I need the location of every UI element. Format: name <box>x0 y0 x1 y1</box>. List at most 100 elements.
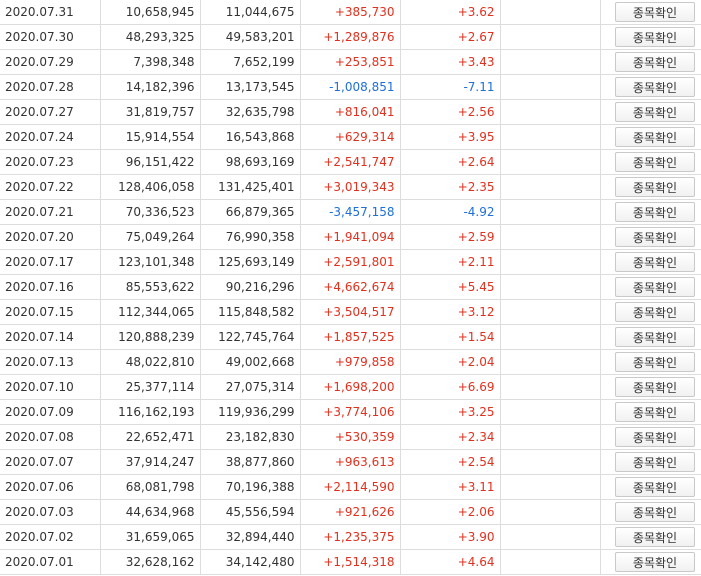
rate-text: +2.06 <box>457 505 495 519</box>
confirm-stock-button[interactable]: 종목확인 <box>615 202 695 222</box>
rate-text: +2.67 <box>457 30 495 44</box>
value2-cell: 34,142,480 <box>200 549 301 575</box>
rate-text: +2.54 <box>457 455 495 469</box>
confirm-stock-button[interactable]: 종목확인 <box>615 252 695 272</box>
confirm-stock-button[interactable]: 종목확인 <box>615 302 695 322</box>
value1-text: 68,081,798 <box>125 480 195 494</box>
empty-cell <box>500 374 601 400</box>
date-text: 2020.07.03 <box>5 505 74 519</box>
confirm-stock-button[interactable]: 종목확인 <box>615 2 695 22</box>
value2-cell: 131,425,401 <box>200 174 301 200</box>
confirm-stock-button[interactable]: 종목확인 <box>615 52 695 72</box>
confirm-stock-button[interactable]: 종목확인 <box>615 477 695 497</box>
button-cell: 종목확인 <box>600 274 701 300</box>
button-cell: 종목확인 <box>600 349 701 375</box>
confirm-stock-button[interactable]: 종목확인 <box>615 502 695 522</box>
rate-text: +3.43 <box>457 55 495 69</box>
date-text: 2020.07.06 <box>5 480 74 494</box>
change-text: +530,359 <box>334 430 395 444</box>
value1-cell: 22,652,471 <box>100 424 201 450</box>
date-cell: 2020.07.01 <box>0 549 101 575</box>
confirm-stock-button[interactable]: 종목확인 <box>615 277 695 297</box>
confirm-stock-button[interactable]: 종목확인 <box>615 102 695 122</box>
value2-text: 23,182,830 <box>225 430 295 444</box>
value1-cell: 7,398,348 <box>100 49 201 75</box>
value1-cell: 15,914,554 <box>100 124 201 150</box>
value2-text: 125,693,149 <box>218 255 295 269</box>
date-cell: 2020.07.23 <box>0 149 101 175</box>
button-cell: 종목확인 <box>600 299 701 325</box>
rate-text: +3.62 <box>457 5 495 19</box>
button-cell: 종목확인 <box>600 424 701 450</box>
confirm-stock-button[interactable]: 종목확인 <box>615 402 695 422</box>
date-cell: 2020.07.03 <box>0 499 101 525</box>
button-cell: 종목확인 <box>600 224 701 250</box>
rate-text: +2.59 <box>457 230 495 244</box>
table-row: 2020.07.08 22,652,471 23,182,830 +530,35… <box>0 424 701 450</box>
button-cell: 종목확인 <box>600 0 701 25</box>
confirm-stock-button[interactable]: 종목확인 <box>615 552 695 572</box>
value2-text: 7,652,199 <box>233 55 295 69</box>
value2-cell: 122,745,764 <box>200 324 301 350</box>
value1-text: 31,659,065 <box>125 530 195 544</box>
rate-text: +3.90 <box>457 530 495 544</box>
change-cell: +1,514,318 <box>300 549 401 575</box>
rate-text: +2.56 <box>457 105 495 119</box>
date-text: 2020.07.02 <box>5 530 74 544</box>
date-text: 2020.07.31 <box>5 5 74 19</box>
confirm-stock-button[interactable]: 종목확인 <box>615 527 695 547</box>
value2-cell: 13,173,545 <box>200 74 301 100</box>
table-row: 2020.07.09 116,162,193 119,936,299 +3,77… <box>0 399 701 425</box>
confirm-stock-button[interactable]: 종목확인 <box>615 227 695 247</box>
table-row: 2020.07.10 25,377,114 27,075,314 +1,698,… <box>0 374 701 400</box>
date-text: 2020.07.16 <box>5 280 74 294</box>
table-row: 2020.07.01 32,628,162 34,142,480 +1,514,… <box>0 549 701 575</box>
change-cell: -1,008,851 <box>300 74 401 100</box>
change-cell: +3,774,106 <box>300 399 401 425</box>
value1-cell: 44,634,968 <box>100 499 201 525</box>
change-text: +4,662,674 <box>323 280 395 294</box>
value2-cell: 11,044,675 <box>200 0 301 25</box>
button-cell: 종목확인 <box>600 399 701 425</box>
rate-cell: +3.90 <box>400 524 501 550</box>
button-cell: 종목확인 <box>600 199 701 225</box>
value1-cell: 25,377,114 <box>100 374 201 400</box>
change-text: +1,941,094 <box>323 230 395 244</box>
date-text: 2020.07.01 <box>5 555 74 569</box>
value1-text: 15,914,554 <box>125 130 195 144</box>
confirm-stock-button[interactable]: 종목확인 <box>615 152 695 172</box>
table-row: 2020.07.22 128,406,058 131,425,401 +3,01… <box>0 174 701 200</box>
confirm-stock-button[interactable]: 종목확인 <box>615 327 695 347</box>
confirm-stock-button[interactable]: 종목확인 <box>615 427 695 447</box>
date-text: 2020.07.24 <box>5 130 74 144</box>
value2-text: 13,173,545 <box>225 80 295 94</box>
rate-cell: +2.64 <box>400 149 501 175</box>
confirm-stock-button[interactable]: 종목확인 <box>615 177 695 197</box>
table-row: 2020.07.21 70,336,523 66,879,365 -3,457,… <box>0 199 701 225</box>
button-cell: 종목확인 <box>600 249 701 275</box>
confirm-stock-button[interactable]: 종목확인 <box>615 27 695 47</box>
date-cell: 2020.07.13 <box>0 349 101 375</box>
value1-text: 48,293,325 <box>125 30 195 44</box>
value1-text: 7,398,348 <box>133 55 195 69</box>
table-row: 2020.07.29 7,398,348 7,652,199 +253,851 … <box>0 49 701 75</box>
button-cell: 종목확인 <box>600 74 701 100</box>
confirm-stock-button[interactable]: 종목확인 <box>615 77 695 97</box>
table-row: 2020.07.28 14,182,396 13,173,545 -1,008,… <box>0 74 701 100</box>
rate-text: +5.45 <box>457 280 495 294</box>
value1-text: 14,182,396 <box>125 80 195 94</box>
value1-text: 128,406,058 <box>118 180 195 194</box>
confirm-stock-button[interactable]: 종목확인 <box>615 452 695 472</box>
value1-text: 48,022,810 <box>125 355 195 369</box>
rate-text: +2.35 <box>457 180 495 194</box>
rate-text: -4.92 <box>463 205 495 219</box>
confirm-stock-button[interactable]: 종목확인 <box>615 377 695 397</box>
confirm-stock-button[interactable]: 종목확인 <box>615 127 695 147</box>
date-text: 2020.07.15 <box>5 305 74 319</box>
change-text: +2,591,801 <box>323 255 395 269</box>
confirm-stock-button[interactable]: 종목확인 <box>615 352 695 372</box>
date-cell: 2020.07.21 <box>0 199 101 225</box>
value1-text: 32,628,162 <box>125 555 195 569</box>
value2-cell: 125,693,149 <box>200 249 301 275</box>
rate-text: +2.11 <box>457 255 495 269</box>
